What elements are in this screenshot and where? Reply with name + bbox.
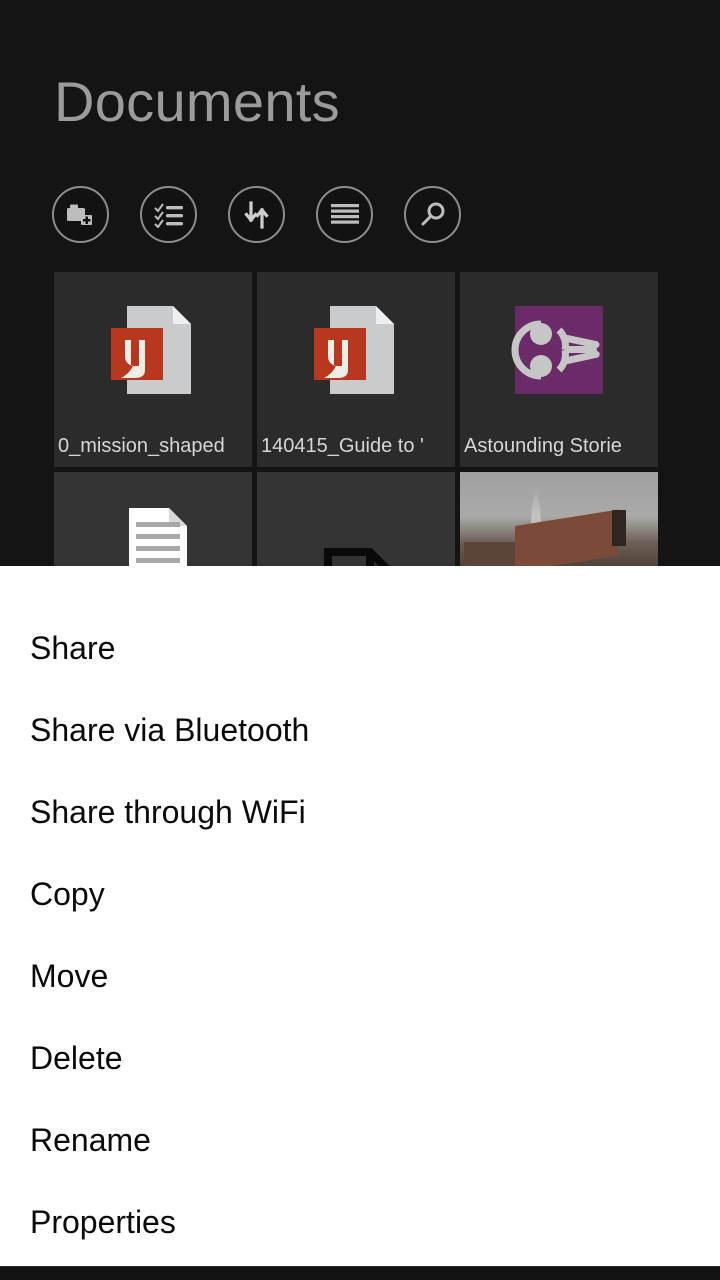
file-tile[interactable]: 140415_Guide to ' — [257, 272, 455, 467]
file-tile[interactable]: 0_mission_shaped — [54, 272, 252, 467]
file-name: 0_mission_shaped — [58, 435, 225, 457]
file-tile[interactable] — [54, 472, 252, 570]
new-folder-button[interactable] — [52, 186, 109, 243]
file-tile[interactable] — [257, 472, 455, 570]
photo-thumbnail — [460, 472, 658, 570]
page-title: Documents — [54, 70, 340, 133]
file-name: 140415_Guide to ' — [261, 435, 424, 457]
sort-icon — [243, 200, 271, 229]
word-document-icon — [54, 272, 252, 427]
word-document-icon — [257, 272, 455, 427]
menu-item-share[interactable]: Share — [30, 632, 115, 664]
search-button[interactable] — [404, 186, 461, 243]
epub-book-icon — [460, 272, 658, 427]
menu-item-share-bluetooth[interactable]: Share via Bluetooth — [30, 714, 309, 746]
menu-item-delete[interactable]: Delete — [30, 1042, 123, 1074]
file-tile[interactable]: Astounding Storie — [460, 272, 658, 467]
context-menu: Share Share via Bluetooth Share through … — [0, 566, 720, 1266]
select-button[interactable] — [140, 186, 197, 243]
select-list-icon — [153, 202, 184, 228]
sort-button[interactable] — [228, 186, 285, 243]
outline-document-icon — [257, 500, 455, 570]
menu-item-properties[interactable]: Properties — [30, 1206, 176, 1238]
menu-item-copy[interactable]: Copy — [30, 878, 105, 910]
file-name: Astounding Storie — [464, 435, 622, 457]
file-grid-row: 0_mission_shaped 140415_Guide to ' Astou… — [54, 272, 720, 467]
file-grid-row — [54, 472, 720, 570]
new-folder-icon — [66, 202, 96, 228]
screen: Documents 0_mission_shaped 140415_Guide … — [0, 0, 720, 1280]
menu-item-move[interactable]: Move — [30, 960, 108, 992]
view-list-icon — [330, 203, 359, 227]
toolbar — [52, 186, 461, 243]
file-grid: 0_mission_shaped 140415_Guide to ' Astou… — [54, 272, 720, 570]
text-document-icon — [54, 500, 252, 570]
system-navigation-bar — [0, 1266, 720, 1280]
chimney — [612, 510, 627, 546]
menu-item-share-wifi[interactable]: Share through WiFi — [30, 796, 306, 828]
photo-image — [460, 472, 658, 570]
menu-item-rename[interactable]: Rename — [30, 1124, 151, 1156]
search-icon — [419, 201, 447, 229]
view-button[interactable] — [316, 186, 373, 243]
file-manager-app: Documents 0_mission_shaped 140415_Guide … — [0, 0, 720, 570]
file-tile[interactable] — [460, 472, 658, 570]
